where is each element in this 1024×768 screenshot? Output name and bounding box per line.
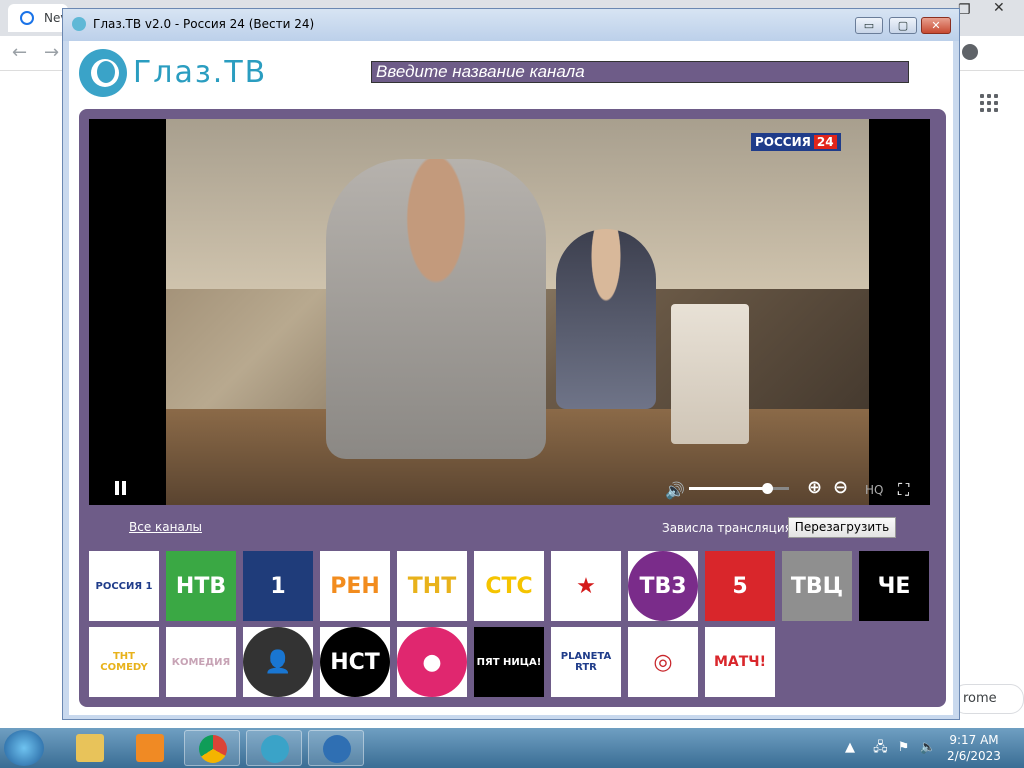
player-panel: РОССИЯ 24 🔊 ⊕ ⊖ HQ ⛶ Все каналы Зависла т…	[79, 109, 946, 707]
volume-icon[interactable]: 🔊	[665, 481, 685, 500]
system-tray: ▲ 🖧 ⚑ 🔈	[845, 738, 936, 760]
zoom-out-icon[interactable]: ⊖	[833, 477, 848, 498]
title-bar[interactable]: Глаз.ТВ v2.0 - Россия 24 (Вести 24) ▭ ▢ …	[63, 9, 959, 41]
channel-tile[interactable]: ★	[551, 551, 621, 621]
app-icon-blue	[323, 735, 351, 763]
channel-logo: ●	[397, 627, 467, 697]
clock-date: 2/6/2023	[947, 749, 1001, 763]
channel-logo: ПЯТ НИЦА!	[474, 627, 544, 697]
volume-knob[interactable]	[762, 483, 773, 494]
forward-arrow-icon[interactable]: →	[44, 42, 59, 63]
close-icon[interactable]: ✕	[993, 0, 1005, 16]
channel-search-input[interactable]	[371, 61, 909, 83]
channel-watermark: РОССИЯ 24	[751, 133, 841, 151]
folder-icon	[76, 734, 104, 762]
channel-tile[interactable]: НТВ	[166, 551, 236, 621]
window-title: Глаз.ТВ v2.0 - Россия 24 (Вести 24)	[93, 17, 315, 31]
profile-icon[interactable]	[962, 44, 978, 60]
all-channels-link[interactable]: Все каналы	[129, 520, 202, 534]
channel-logo: ТНТ COMEDY	[89, 627, 159, 697]
channel-tile[interactable]: ЧЕ	[859, 551, 929, 621]
channel-logo: КОМЕДИЯ	[166, 627, 236, 697]
channel-logo: 1	[243, 551, 313, 621]
channel-tile[interactable]: ТНТ COMEDY	[89, 627, 159, 697]
chrome-link[interactable]: rome	[952, 684, 1024, 714]
tray-arrow-icon[interactable]: ▲	[845, 740, 855, 755]
channel-logo: 5	[705, 551, 775, 621]
channel-tile[interactable]: ◎	[628, 627, 698, 697]
start-button[interactable]	[4, 730, 44, 766]
pause-button[interactable]	[115, 481, 129, 497]
channel-logo: PLANETA RTR	[551, 627, 621, 697]
channel-logo: ТНТ	[397, 551, 467, 621]
video-player[interactable]: РОССИЯ 24 🔊 ⊕ ⊖ HQ ⛶	[89, 119, 930, 505]
channel-tile[interactable]: 👤	[243, 627, 313, 697]
channel-logo: ★	[551, 551, 621, 621]
channel-logo: 👤	[243, 627, 313, 697]
taskbar-glaz-tv[interactable]	[246, 730, 302, 766]
channel-tile[interactable]: ТВ3	[628, 551, 698, 621]
network-icon[interactable]: 🖧	[873, 740, 888, 755]
action-center-icon[interactable]: ⚑	[898, 740, 910, 755]
channel-tile[interactable]: СТС	[474, 551, 544, 621]
video-frame[interactable]: РОССИЯ 24	[166, 119, 869, 505]
taskbar-chrome[interactable]	[184, 730, 240, 766]
media-player-icon	[136, 734, 164, 762]
close-button[interactable]: ✕	[921, 17, 951, 34]
back-arrow-icon[interactable]: ←	[12, 42, 27, 63]
volume-slider[interactable]	[689, 483, 789, 494]
channel-tile[interactable]: PLANETA RTR	[551, 627, 621, 697]
channel-tile[interactable]: ТНТ	[397, 551, 467, 621]
clock[interactable]: 9:17 AM 2/6/2023	[946, 732, 1002, 764]
channel-logo: СТС	[474, 551, 544, 621]
channel-logo: НСТ	[320, 627, 390, 697]
channel-tile[interactable]: ТВЦ	[782, 551, 852, 621]
app-window: Глаз.ТВ v2.0 - Россия 24 (Вести 24) ▭ ▢ …	[62, 8, 960, 720]
channel-logo: ТВ3	[628, 551, 698, 621]
pause-icon	[115, 481, 119, 495]
channel-tile[interactable]: 1	[243, 551, 313, 621]
channel-logo: НТВ	[166, 551, 236, 621]
app-logo: Глаз.ТВ	[79, 47, 269, 101]
speaker-icon[interactable]: 🔈	[920, 740, 936, 755]
channel-logo: РЕН	[320, 551, 390, 621]
fullscreen-icon[interactable]: ⛶	[898, 480, 909, 500]
apps-grid-icon[interactable]	[980, 94, 1000, 114]
channel-tile[interactable]: ●	[397, 627, 467, 697]
zoom-in-icon[interactable]: ⊕	[807, 477, 822, 498]
channel-logo: ТВЦ	[782, 551, 852, 621]
chrome-icon	[199, 735, 227, 763]
channel-tile[interactable]: РОССИЯ 1	[89, 551, 159, 621]
channel-tile[interactable]: МАТЧ!	[705, 627, 775, 697]
stuck-question-label: Зависла трансляция?	[662, 521, 799, 535]
tab-favicon-icon	[20, 11, 34, 25]
taskbar: ▲ 🖧 ⚑ 🔈 9:17 AM 2/6/2023	[0, 728, 1024, 768]
app-client-area: Глаз.ТВ РОССИЯ24 🔊	[69, 41, 953, 715]
channel-logo: РОССИЯ 1	[89, 551, 159, 621]
logo-text: Глаз.ТВ	[133, 55, 268, 90]
channel-tile[interactable]: НСТ	[320, 627, 390, 697]
volume-fill	[689, 487, 767, 490]
channel-logo: ◎	[628, 627, 698, 697]
taskbar-explorer[interactable]	[62, 730, 118, 766]
browser-tab[interactable]: Nev	[8, 4, 68, 32]
channel-tile[interactable]: 5	[705, 551, 775, 621]
maximize-button[interactable]: ▢	[889, 17, 917, 34]
app-icon	[72, 17, 86, 31]
channel-logo: ЧЕ	[859, 551, 929, 621]
clock-time: 9:17 AM	[949, 733, 999, 747]
channel-tile[interactable]: КОМЕДИЯ	[166, 627, 236, 697]
reload-button[interactable]: Перезагрузить	[788, 517, 896, 538]
channel-logo: МАТЧ!	[705, 627, 775, 697]
channel-tile[interactable]: РЕН	[320, 551, 390, 621]
minimize-button[interactable]: ▭	[855, 17, 883, 34]
taskbar-app[interactable]	[308, 730, 364, 766]
hq-toggle[interactable]: HQ	[865, 483, 883, 497]
taskbar-media[interactable]	[122, 730, 178, 766]
glaz-tv-icon	[261, 735, 289, 763]
channel-tile[interactable]: ПЯТ НИЦА!	[474, 627, 544, 697]
